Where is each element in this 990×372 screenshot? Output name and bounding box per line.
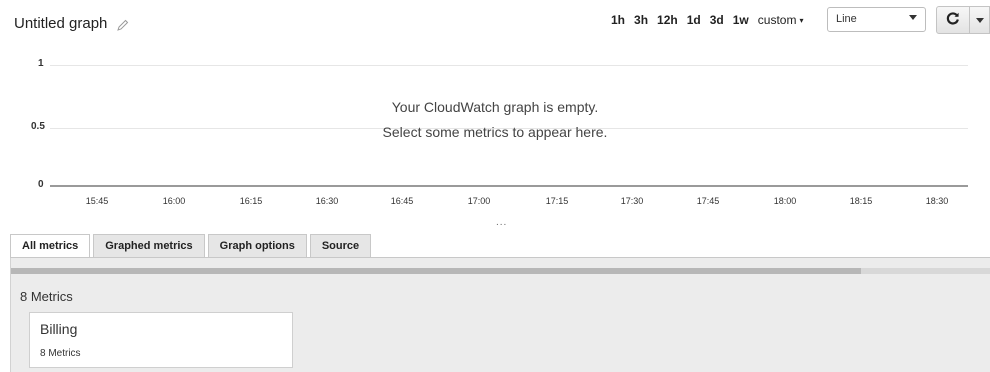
metrics-panel: 8 Metrics Billing 8 Metrics (10, 258, 990, 372)
y-tick-label: 1 (38, 58, 44, 69)
caret-down-icon: ▾ (799, 16, 804, 26)
chart-type-value: Line (836, 13, 857, 25)
x-tick-label: 17:30 (620, 196, 644, 206)
y-tick-label: 0 (38, 179, 44, 190)
x-axis-line (50, 185, 968, 187)
scrollbar-thumb[interactable] (11, 268, 861, 274)
range-3d[interactable]: 3d (710, 13, 724, 27)
x-tick-label: 17:45 (696, 196, 720, 206)
range-3h[interactable]: 3h (634, 13, 648, 27)
refresh-button[interactable] (936, 6, 970, 34)
range-1w[interactable]: 1w (733, 13, 749, 27)
range-12h[interactable]: 12h (657, 13, 678, 27)
range-1d[interactable]: 1d (687, 13, 701, 27)
range-1h[interactable]: 1h (611, 13, 625, 27)
time-range-selector: 1h 3h 12h 1d 3d 1w custom ▾ (611, 13, 803, 27)
x-tick-label: 16:00 (162, 196, 186, 206)
custom-label: custom (757, 13, 797, 27)
x-tick-label: 17:15 (545, 196, 569, 206)
refresh-icon (946, 11, 960, 30)
horizontal-scrollbar[interactable] (11, 268, 990, 274)
tab-graph-options[interactable]: Graph options (207, 234, 307, 258)
chevron-down-icon (909, 15, 917, 20)
resize-handle[interactable]: ... (496, 217, 507, 228)
empty-message-line1: Your CloudWatch graph is empty. (391, 99, 599, 115)
refresh-options-button[interactable] (970, 6, 990, 34)
graph-header: Untitled graph 1h 3h 12h 1d 3d 1w custom… (0, 0, 990, 46)
graph-title-wrap: Untitled graph (14, 15, 129, 32)
x-tick-label: 18:30 (925, 196, 949, 206)
metrics-tabs: All metrics Graphed metrics Graph option… (10, 234, 372, 259)
tab-graphed-metrics[interactable]: Graphed metrics (93, 234, 205, 258)
x-tick-label: 15:45 (85, 196, 109, 206)
chevron-down-icon (975, 17, 984, 23)
grid-line (50, 65, 968, 66)
graph-title[interactable]: Untitled graph (14, 15, 107, 32)
range-custom[interactable]: custom ▾ (758, 13, 804, 27)
tab-all-metrics[interactable]: All metrics (10, 234, 91, 259)
x-tick-label: 16:15 (239, 196, 263, 206)
namespace-name: Billing (40, 321, 78, 337)
x-tick-label: 16:45 (390, 196, 414, 206)
graph-area: 1 0.5 0 Your CloudWatch graph is empty. … (0, 46, 990, 228)
x-tick-label: 17:00 (467, 196, 491, 206)
chart-type-select[interactable]: Line (827, 7, 926, 32)
tab-source[interactable]: Source (309, 234, 372, 258)
namespace-metric-count: 8 Metrics (40, 348, 81, 359)
namespace-card-billing[interactable]: Billing 8 Metrics (29, 312, 293, 368)
metrics-count: 8 Metrics (20, 289, 73, 304)
pencil-icon[interactable] (117, 18, 129, 31)
empty-message-line2: Select some metrics to appear here. (382, 124, 608, 140)
x-tick-label: 18:15 (849, 196, 873, 206)
x-tick-label: 18:00 (773, 196, 797, 206)
x-tick-label: 16:30 (315, 196, 339, 206)
